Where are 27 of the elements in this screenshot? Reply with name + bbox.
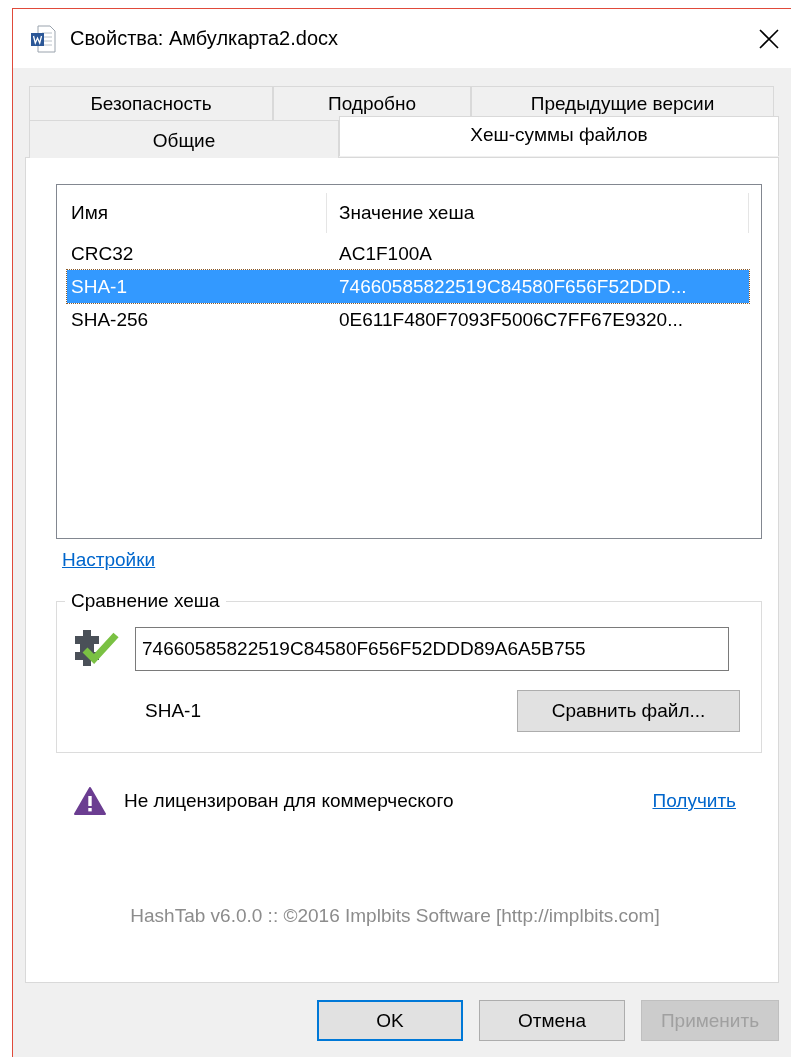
- table-cell-text: AC1F100A: [338, 242, 432, 265]
- algorithm-label: SHA-1: [145, 700, 202, 722]
- tab[interactable]: Безопасность: [29, 86, 273, 120]
- window-title: Свойства: Амбулкарта2.docx: [70, 27, 340, 50]
- word-document-icon: [30, 24, 56, 53]
- hash-input-field[interactable]: 74660585822519C84580F656F52DDD89A6A5B755: [135, 627, 729, 671]
- table-cell-text: 0E611F480F7093F5006C7FF67E9320...: [338, 308, 683, 331]
- list-row[interactable]: CRC32 AC1F100A: [67, 237, 749, 270]
- tab[interactable]: Подробно: [273, 86, 471, 120]
- table-cell-text: SHA-256: [70, 308, 150, 331]
- column-header[interactable]: Значение хеша: [327, 193, 749, 233]
- warning-icon: [74, 787, 106, 815]
- copyright-text: HashTab v6.0.0 :: ©2016 Implbits Software [http://implbits.com]: [129, 905, 661, 927]
- dialog-button[interactable]: Отмена: [479, 1000, 625, 1041]
- table-cell-text: CRC32: [70, 242, 135, 265]
- tab[interactable]: Общие: [29, 120, 339, 158]
- tab[interactable]: Хеш-суммы файлов: [339, 116, 779, 156]
- table-cell-text: 74660585822519C84580F656F52DDD...: [338, 275, 687, 298]
- close-icon[interactable]: [759, 28, 779, 49]
- list-row[interactable]: SHA-256 0E611F480F7093F5006C7FF67E9320...: [67, 303, 749, 336]
- get-license-link[interactable]: Получить: [652, 790, 736, 812]
- table-cell-text: SHA-1: [70, 275, 128, 298]
- column-header[interactable]: Имя: [67, 193, 327, 233]
- compare-file-button[interactable]: Сравнить файл...: [517, 690, 740, 732]
- settings-link[interactable]: Настройки: [62, 549, 156, 571]
- dialog-button[interactable]: OK: [317, 1000, 463, 1041]
- license-notice: Не лицензирован для коммерческого: [124, 790, 455, 812]
